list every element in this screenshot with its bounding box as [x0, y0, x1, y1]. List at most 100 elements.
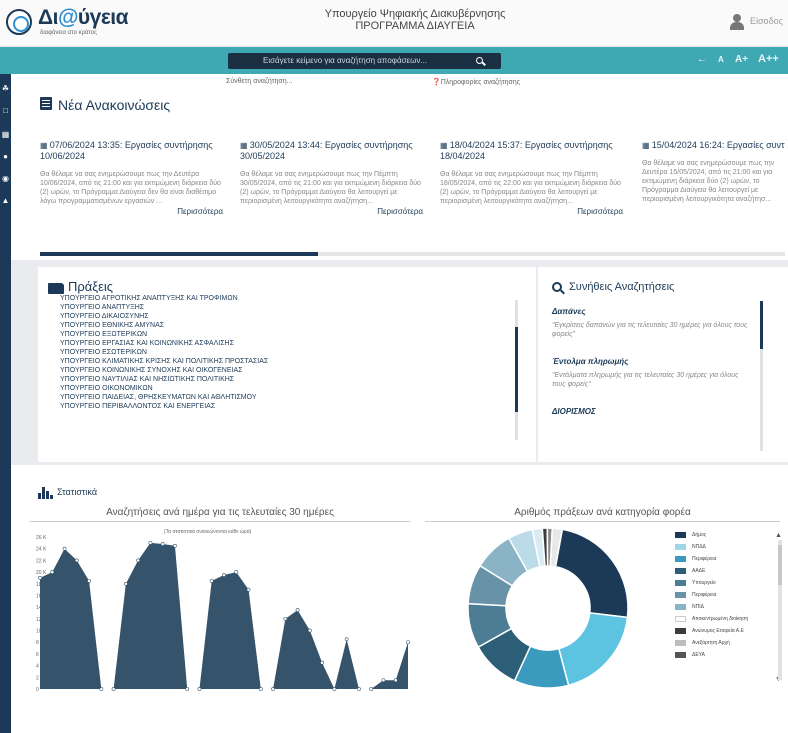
- area-series[interactable]: [40, 542, 408, 689]
- legend-item[interactable]: Δήμος: [675, 530, 770, 542]
- data-point[interactable]: [369, 687, 374, 691]
- back-arrow-button[interactable]: ←: [697, 54, 707, 65]
- legend-item[interactable]: Περιφέρεια: [675, 554, 770, 566]
- data-point[interactable]: [173, 543, 177, 548]
- data-point[interactable]: [74, 558, 79, 563]
- legend-item[interactable]: ΑΑΔΕ: [675, 566, 770, 578]
- praxeis-list-item[interactable]: ΥΠΟΥΡΓΕΙΟ ΚΟΙΝΩΝΙΚΗΣ ΣΥΝΟΧΗΣ ΚΑΙ ΟΙΚΟΓΕΝ…: [60, 366, 500, 375]
- announcement-date[interactable]: ▦ 15/04/2024 16:24: Εργασίες συντ 15/04/…: [642, 140, 788, 151]
- data-point[interactable]: [393, 678, 398, 683]
- globe-icon[interactable]: ●: [0, 152, 11, 162]
- announcement-date[interactable]: ▦ 07/06/2024 13:35: Εργασίες συντήρησης …: [40, 140, 225, 162]
- praxeis-list-item[interactable]: ΥΠΟΥΡΓΕΙΟ ΝΑΥΤΙΛΙΑΣ ΚΑΙ ΝΗΣΙΩΤΙΚΗΣ ΠΟΛΙΤ…: [60, 375, 500, 384]
- data-point[interactable]: [87, 578, 91, 583]
- praxeis-list-item[interactable]: ΥΠΟΥΡΓΕΙΟ ΕΞΩΤΕΡΙΚΩΝ: [60, 330, 500, 339]
- data-point[interactable]: [283, 616, 288, 621]
- announcement-date[interactable]: ▦ 30/05/2024 13:44: Εργασίες συντήρησης …: [240, 140, 425, 162]
- logo-emblem-icon[interactable]: [6, 9, 32, 35]
- legend-item[interactable]: Περιφέρεια: [675, 590, 770, 602]
- font-size-normal-button[interactable]: A: [718, 55, 724, 64]
- frequent-searches-scroll-thumb[interactable]: [760, 301, 763, 349]
- more-link[interactable]: Περισσότερα: [40, 207, 225, 216]
- announcement-card[interactable]: ▦ 07/06/2024 13:35: Εργασίες συντήρησης …: [40, 140, 225, 235]
- data-point[interactable]: [185, 687, 190, 691]
- frequent-search-item[interactable]: Έντολμα πληρωμής "Εντάλματα πληρωμής για…: [552, 357, 752, 389]
- data-point[interactable]: [246, 587, 251, 592]
- data-point[interactable]: [344, 637, 349, 642]
- data-point[interactable]: [307, 628, 312, 633]
- advanced-search-link[interactable]: Σύνθετη αναζήτηση...: [226, 78, 292, 85]
- data-point[interactable]: [381, 678, 386, 683]
- login-link[interactable]: Είσοδος: [750, 16, 783, 26]
- legend-item[interactable]: ΝΠΙΔ: [675, 602, 770, 614]
- category-donut-chart[interactable]: [440, 520, 660, 700]
- praxeis-scroll-thumb[interactable]: [515, 327, 518, 412]
- announcement-card[interactable]: ▦ 30/05/2024 13:44: Εργασίες συντήρησης …: [240, 140, 425, 235]
- frequent-search-title[interactable]: ΔΙΟΡΙΣΜΟΣ: [552, 407, 752, 416]
- data-point[interactable]: [258, 687, 263, 691]
- data-point[interactable]: [111, 687, 116, 691]
- data-point[interactable]: [234, 570, 239, 574]
- data-point[interactable]: [209, 578, 214, 583]
- search-icon[interactable]: [476, 57, 483, 64]
- user-icon[interactable]: [730, 14, 744, 30]
- data-point[interactable]: [123, 581, 128, 586]
- data-point[interactable]: [148, 540, 153, 545]
- praxeis-list-item[interactable]: ΥΠΟΥΡΓΕΙΟ ΚΛΙΜΑΤΙΚΗΣ ΚΡΙΣΗΣ ΚΑΙ ΠΟΛΙΤΙΚΗ…: [60, 357, 500, 366]
- data-point[interactable]: [295, 608, 300, 612]
- person-icon[interactable]: ▲: [0, 196, 11, 206]
- legend-scroll-up-icon[interactable]: ▲: [775, 532, 782, 539]
- frequent-search-item[interactable]: Δαπάνες "Εγκρίσεις δαπανών για τις τελευ…: [552, 307, 752, 339]
- data-point[interactable]: [197, 687, 202, 691]
- praxeis-list-item[interactable]: ΥΠΟΥΡΓΕΙΟ ΔΙΚΑΙΟΣΥΝΗΣ: [60, 312, 500, 321]
- searches-area-chart[interactable]: 26 K24 K22 K20 K18 K16 K14 K12 K10 K8 K6…: [0, 525, 420, 700]
- praxeis-list-item[interactable]: ΥΠΟΥΡΓΕΙΟ ΠΕΡΙΒΑΛΛΟΝΤΟΣ ΚΑΙ ΕΝΕΡΓΕΙΑΣ: [60, 402, 500, 411]
- chat-icon[interactable]: ◉: [0, 174, 11, 184]
- announcement-card[interactable]: ▦ 15/04/2024 16:24: Εργασίες συντ 15/04/…: [642, 140, 788, 235]
- font-size-xlarge-button[interactable]: A++: [758, 53, 779, 65]
- legend-item[interactable]: ΔΕΥΑ: [675, 650, 770, 662]
- more-link[interactable]: Περισσότερα: [240, 207, 425, 216]
- more-link[interactable]: Περισσότερα: [440, 207, 625, 216]
- legend-item[interactable]: ΝΠΔΔ: [675, 542, 770, 554]
- announcements-scroll-thumb[interactable]: [40, 252, 318, 256]
- praxeis-list-item[interactable]: ΥΠΟΥΡΓΕΙΟ ΑΓΡΟΤΙΚΗΣ ΑΝΑΠΤΥΞΗΣ ΚΑΙ ΤΡΟΦΙΜ…: [60, 294, 500, 303]
- font-size-large-button[interactable]: A+: [735, 54, 748, 65]
- donut-slice[interactable]: [554, 528, 629, 619]
- search-tips-link[interactable]: ❓Πληροφορίες αναζήτησης: [432, 78, 520, 86]
- table-icon[interactable]: ▦: [0, 130, 11, 140]
- legend-item[interactable]: Ανώνυμος Εταιρεία Α.Ε: [675, 626, 770, 638]
- legend-item[interactable]: Ανεξάρτητη Αρχή: [675, 638, 770, 650]
- praxeis-list-item[interactable]: ΥΠΟΥΡΓΕΙΟ ΕΘΝΙΚΗΣ ΑΜΥΝΑΣ: [60, 321, 500, 330]
- data-point[interactable]: [160, 542, 165, 546]
- praxeis-list-item[interactable]: ΥΠΟΥΡΓΕΙΟ ΑΝΑΠΤΥΞΗΣ: [60, 303, 500, 312]
- praxeis-list-item[interactable]: ΥΠΟΥΡΓΕΙΟ ΠΑΙΔΕΙΑΣ, ΘΡΗΣΚΕΥΜΑΤΩΝ ΚΑΙ ΑΘΛ…: [60, 393, 500, 402]
- search-input[interactable]: Εισάγετε κείμενο για αναζήτηση αποφάσεων…: [228, 53, 501, 69]
- data-point[interactable]: [332, 687, 337, 691]
- praxeis-list-item[interactable]: ΥΠΟΥΡΓΕΙΟ ΟΙΚΟΝΟΜΙΚΩΝ: [60, 384, 500, 393]
- logo[interactable]: Δι@ύγεια: [38, 6, 129, 30]
- data-point[interactable]: [62, 546, 67, 551]
- home-icon[interactable]: ☘: [0, 84, 11, 94]
- data-point[interactable]: [50, 570, 55, 574]
- frequent-search-title[interactable]: Έντολμα πληρωμής: [552, 357, 752, 366]
- data-point[interactable]: [357, 687, 361, 691]
- data-point[interactable]: [271, 687, 275, 691]
- legend-scroll-thumb[interactable]: [778, 545, 782, 585]
- data-point[interactable]: [99, 687, 104, 691]
- bookmark-icon[interactable]: □: [0, 106, 11, 116]
- data-point[interactable]: [136, 558, 141, 563]
- data-point[interactable]: [406, 640, 410, 645]
- praxeis-list-item[interactable]: ΥΠΟΥΡΓΕΙΟ ΕΡΓΑΣΙΑΣ ΚΑΙ ΚΟΙΝΩΝΙΚΗΣ ΑΣΦΑΛΙ…: [60, 339, 500, 348]
- frequent-search-title[interactable]: Δαπάνες: [552, 307, 752, 316]
- data-point[interactable]: [320, 660, 325, 665]
- legend-item[interactable]: Υπουργείο: [675, 578, 770, 590]
- donut-slice[interactable]: [557, 612, 629, 687]
- frequent-search-item[interactable]: ΔΙΟΡΙΣΜΟΣ: [552, 407, 752, 416]
- announcement-date[interactable]: ▦ 18/04/2024 15:37: Εργασίες συντήρησης …: [440, 140, 625, 162]
- data-point[interactable]: [38, 576, 42, 580]
- data-point[interactable]: [222, 573, 226, 577]
- legend-item[interactable]: Αποκεντρωμένη διοίκηση: [675, 614, 770, 626]
- announcement-card[interactable]: ▦ 18/04/2024 15:37: Εργασίες συντήρησης …: [440, 140, 625, 235]
- praxeis-list-item[interactable]: ΥΠΟΥΡΓΕΙΟ ΕΣΩΤΕΡΙΚΩΝ: [60, 348, 500, 357]
